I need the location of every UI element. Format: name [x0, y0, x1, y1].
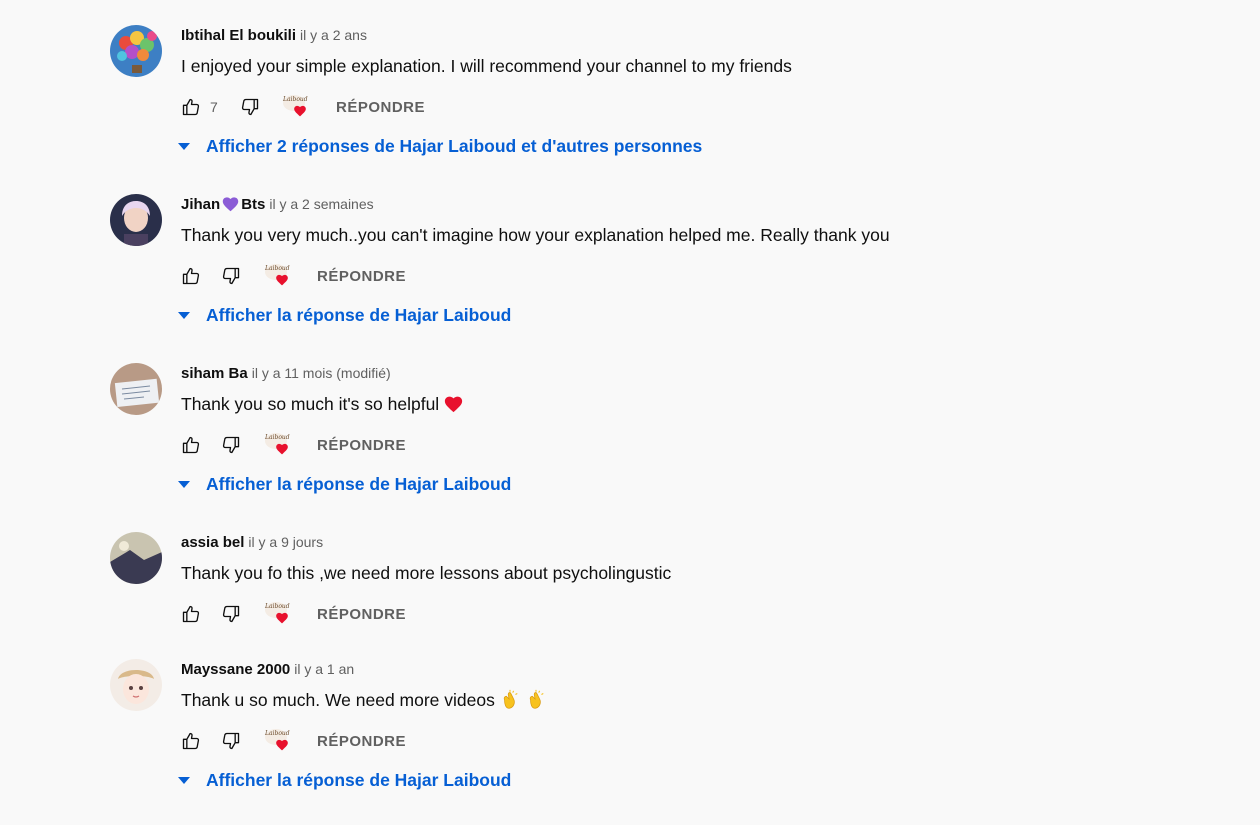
heart-icon [276, 443, 288, 455]
note-avatar-icon [110, 363, 162, 415]
author-name[interactable]: Mayssane 2000 [181, 661, 290, 678]
author-avatar[interactable] [110, 25, 162, 77]
view-replies-label: Afficher 2 réponses de Hajar Laiboud et … [206, 135, 703, 156]
author-avatar[interactable] [110, 532, 162, 584]
caret-down-icon [178, 311, 190, 319]
red-heart-emoji-icon [445, 396, 463, 413]
author-name[interactable]: Ibtihal El boukili [181, 27, 296, 44]
view-replies-button[interactable]: Afficher la réponse de Hajar Laiboud [178, 767, 511, 793]
caret-down-icon [178, 776, 190, 784]
caret-down-icon [178, 142, 190, 150]
comment-toolbar: Laiboud RÉPONDRE [181, 433, 1181, 457]
caret-down-icon [178, 480, 190, 488]
creator-heart: Laiboud [281, 95, 309, 119]
comment-text: Thank you so much it's so helpful [181, 393, 1181, 415]
author-avatar[interactable] [110, 659, 162, 711]
heart-icon [276, 274, 288, 286]
comment-time[interactable]: il y a 2 semaines [269, 196, 373, 212]
thumbs-up-icon [182, 267, 200, 285]
comment-text: Thank u so much. We need more videos [181, 689, 1181, 711]
comment-toolbar: Laiboud RÉPONDRE [181, 729, 1181, 753]
reply-button[interactable]: RÉPONDRE [317, 733, 406, 750]
dislike-button[interactable] [221, 433, 241, 457]
author-avatar[interactable] [110, 363, 162, 415]
dislike-button[interactable] [221, 264, 241, 288]
comment-text: Thank you fo this ,we need more lessons … [181, 563, 672, 583]
dislike-button[interactable] [240, 95, 260, 119]
creator-heart: Laiboud [263, 602, 291, 626]
comment-text: Thank you very much..you can't imagine h… [181, 225, 890, 245]
comment-time[interactable]: il y a 2 ans [300, 27, 367, 43]
thumbs-down-icon [222, 605, 240, 623]
thumbs-up-icon [182, 98, 200, 116]
thumbs-down-icon [222, 267, 240, 285]
creator-heart: Laiboud [263, 729, 291, 753]
reply-button[interactable]: RÉPONDRE [336, 99, 425, 116]
creator-heart: Laiboud [263, 264, 291, 288]
balloons-avatar-icon [110, 25, 162, 77]
comment-time[interactable]: il y a 9 jours [248, 534, 323, 550]
thumbs-down-icon [222, 436, 240, 454]
view-replies-label: Afficher la réponse de Hajar Laiboud [206, 473, 512, 494]
reply-button[interactable]: RÉPONDRE [317, 268, 406, 285]
view-replies-label: Afficher la réponse de Hajar Laiboud [206, 304, 512, 325]
like-button[interactable] [181, 729, 201, 753]
photo-avatar-icon [110, 532, 162, 584]
dislike-button[interactable] [221, 602, 241, 626]
comment-toolbar: Laiboud RÉPONDRE [181, 264, 1181, 288]
person-avatar-icon [110, 194, 162, 246]
view-replies-button[interactable]: Afficher la réponse de Hajar Laiboud [178, 471, 511, 497]
view-replies-button[interactable]: Afficher la réponse de Hajar Laiboud [178, 302, 511, 328]
heart-icon [294, 105, 306, 117]
comment-time[interactable]: il y a 11 mois (modifié) [252, 365, 391, 381]
purple-heart-icon [222, 197, 239, 212]
comment-time[interactable]: il y a 1 an [294, 661, 354, 677]
view-replies-button[interactable]: Afficher 2 réponses de Hajar Laiboud et … [178, 133, 702, 159]
author-name[interactable]: Jihan [181, 196, 220, 213]
author-name[interactable]: siham Ba [181, 365, 248, 382]
view-replies-label: Afficher la réponse de Hajar Laiboud [206, 769, 512, 790]
comment-text: I enjoyed your simple explanation. I wil… [181, 56, 792, 76]
clapping-hands-emoji-icon [503, 689, 518, 709]
thumbs-up-icon [182, 436, 200, 454]
comment-text-content: Thank u so much. We need more videos [181, 690, 495, 710]
like-button[interactable] [181, 95, 201, 119]
comment-toolbar: Laiboud RÉPONDRE [181, 602, 1181, 626]
comment-toolbar: 7 Laiboud RÉPONDRE [181, 95, 1181, 119]
author-name-suffix[interactable]: Bts [241, 196, 265, 213]
thumbs-up-icon [182, 605, 200, 623]
like-button[interactable] [181, 602, 201, 626]
thumbs-down-icon [241, 98, 259, 116]
reply-button[interactable]: RÉPONDRE [317, 437, 406, 454]
like-count: 7 [210, 99, 218, 115]
author-avatar[interactable] [110, 194, 162, 246]
reply-button[interactable]: RÉPONDRE [317, 606, 406, 623]
thumbs-down-icon [222, 732, 240, 750]
author-name[interactable]: assia bel [181, 534, 244, 551]
clapping-hands-emoji-icon [529, 689, 544, 709]
comment-text-content: Thank you so much it's so helpful [181, 394, 440, 414]
anime-avatar-icon [110, 659, 162, 711]
thumbs-up-icon [182, 732, 200, 750]
dislike-button[interactable] [221, 729, 241, 753]
heart-icon [276, 739, 288, 751]
like-button[interactable] [181, 264, 201, 288]
heart-icon [276, 612, 288, 624]
like-button[interactable] [181, 433, 201, 457]
creator-heart: Laiboud [263, 433, 291, 457]
